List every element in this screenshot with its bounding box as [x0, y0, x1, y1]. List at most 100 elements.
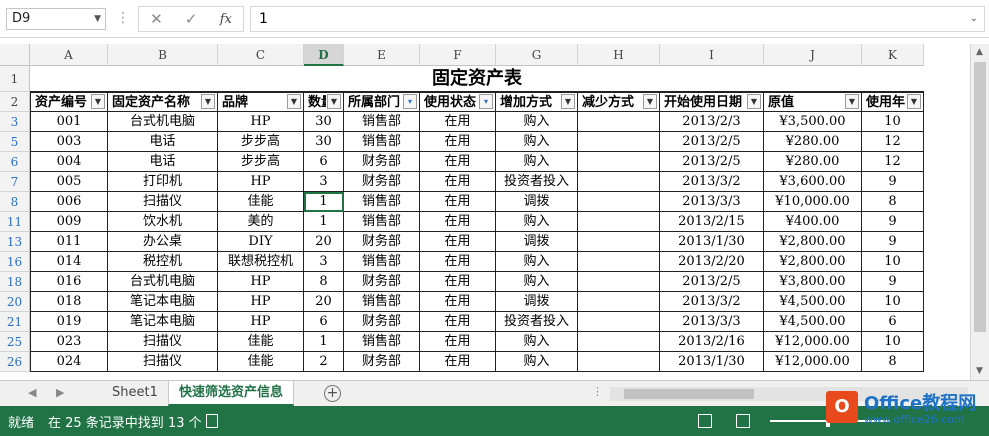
filter-active-icon[interactable]: ▾ — [403, 94, 417, 109]
table-cell[interactable]: 20 — [304, 292, 344, 312]
table-cell[interactable]: 佳能 — [218, 332, 304, 352]
table-cell[interactable]: 在用 — [420, 192, 496, 212]
row-header[interactable]: 20 — [0, 292, 30, 312]
table-cell[interactable]: 购入 — [496, 132, 578, 152]
table-cell[interactable] — [578, 352, 660, 372]
table-cell[interactable]: 10 — [862, 292, 924, 312]
table-cell[interactable] — [578, 152, 660, 172]
tab-quick-filter[interactable]: 快速筛选资产信息 — [168, 381, 295, 406]
table-cell[interactable]: 电话 — [108, 132, 218, 152]
tab-next-icon[interactable]: ▶ — [56, 386, 64, 399]
table-cell[interactable]: 006 — [30, 192, 108, 212]
table-cell[interactable]: 调拨 — [496, 292, 578, 312]
table-cell[interactable]: ¥10,000.00 — [764, 192, 862, 212]
table-cell[interactable]: 台式机电脑 — [108, 272, 218, 292]
table-cell[interactable]: ¥3,500.00 — [764, 112, 862, 132]
table-cell[interactable]: 财务部 — [344, 172, 420, 192]
filter-dropdown-icon[interactable]: ▼ — [91, 94, 105, 109]
table-cell[interactable]: 购入 — [496, 152, 578, 172]
table-cell[interactable]: 在用 — [420, 232, 496, 252]
macro-record-icon[interactable] — [206, 414, 218, 428]
table-cell[interactable]: 2013/2/5 — [660, 152, 764, 172]
table-cell[interactable]: 笔记本电脑 — [108, 312, 218, 332]
table-cell[interactable]: 018 — [30, 292, 108, 312]
table-cell[interactable]: 购入 — [496, 332, 578, 352]
table-cell[interactable]: ¥280.00 — [764, 152, 862, 172]
table-cell[interactable]: HP — [218, 292, 304, 312]
table-cell[interactable]: 1 — [304, 192, 344, 212]
scroll-up-icon[interactable]: ▲ — [976, 47, 983, 57]
table-cell[interactable]: 扫描仪 — [108, 352, 218, 372]
table-cell[interactable]: 销售部 — [344, 292, 420, 312]
table-cell[interactable]: 佳能 — [218, 352, 304, 372]
table-cell[interactable]: 2013/3/2 — [660, 172, 764, 192]
table-cell[interactable]: 1 — [304, 332, 344, 352]
row-header[interactable]: 21 — [0, 312, 30, 332]
table-cell[interactable]: 10 — [862, 252, 924, 272]
table-cell[interactable]: 9 — [862, 212, 924, 232]
column-header-d[interactable]: D — [304, 44, 344, 66]
row-header[interactable]: 8 — [0, 192, 30, 212]
scroll-down-icon[interactable]: ▼ — [976, 366, 983, 376]
row-header[interactable]: 16 — [0, 252, 30, 272]
table-cell[interactable]: 销售部 — [344, 252, 420, 272]
column-header-i[interactable]: I — [660, 44, 764, 66]
table-cell[interactable]: 在用 — [420, 312, 496, 332]
table-cell[interactable]: 6 — [304, 152, 344, 172]
enter-icon[interactable]: ✓ — [185, 10, 198, 28]
column-header-k[interactable]: K — [862, 44, 924, 66]
table-cell[interactable]: 30 — [304, 132, 344, 152]
table-cell[interactable]: 联想税控机 — [218, 252, 304, 272]
table-cell[interactable]: 购入 — [496, 352, 578, 372]
chevron-down-icon[interactable]: ▼ — [94, 9, 101, 29]
table-cell[interactable]: 3 — [304, 172, 344, 192]
filter-dropdown-icon[interactable]: ▼ — [643, 94, 657, 109]
table-cell[interactable]: 销售部 — [344, 332, 420, 352]
table-cell[interactable]: 6 — [862, 312, 924, 332]
table-cell[interactable]: 9 — [862, 232, 924, 252]
table-cell[interactable]: 9 — [862, 272, 924, 292]
table-cell[interactable]: 佳能 — [218, 192, 304, 212]
row-header[interactable]: 7 — [0, 172, 30, 192]
filter-dropdown-icon[interactable]: ▼ — [327, 94, 341, 109]
table-cell[interactable]: 2013/2/5 — [660, 272, 764, 292]
table-cell[interactable]: 30 — [304, 112, 344, 132]
table-cell[interactable]: 饮水机 — [108, 212, 218, 232]
row-header[interactable]: 2 — [0, 92, 30, 112]
cancel-icon[interactable]: ✕ — [150, 10, 163, 28]
table-cell[interactable]: 2 — [304, 352, 344, 372]
table-cell[interactable]: 调拨 — [496, 192, 578, 212]
column-header-h[interactable]: H — [578, 44, 660, 66]
table-cell[interactable]: 2013/3/3 — [660, 312, 764, 332]
filter-dropdown-icon[interactable]: ▼ — [907, 94, 921, 109]
row-header[interactable]: 5 — [0, 132, 30, 152]
filter-dropdown-icon[interactable]: ▼ — [561, 94, 575, 109]
table-cell[interactable]: 12 — [862, 132, 924, 152]
table-cell[interactable]: 2013/2/5 — [660, 132, 764, 152]
table-cell[interactable]: 销售部 — [344, 132, 420, 152]
table-cell[interactable]: 2013/3/2 — [660, 292, 764, 312]
table-cell[interactable]: HP — [218, 272, 304, 292]
tab-prev-icon[interactable]: ◀ — [28, 386, 36, 399]
table-cell[interactable]: 20 — [304, 232, 344, 252]
table-cell[interactable]: 台式机电脑 — [108, 112, 218, 132]
column-header-f[interactable]: F — [420, 44, 496, 66]
row-header[interactable]: 3 — [0, 112, 30, 132]
table-cell[interactable]: 购入 — [496, 112, 578, 132]
table-cell[interactable]: 调拨 — [496, 232, 578, 252]
filter-dropdown-icon[interactable]: ▼ — [845, 94, 859, 109]
table-cell[interactable]: 购入 — [496, 212, 578, 232]
table-cell[interactable]: 8 — [304, 272, 344, 292]
vertical-scrollbar[interactable]: ▲ ▼ — [970, 44, 989, 380]
table-cell[interactable] — [578, 212, 660, 232]
table-cell[interactable]: 2013/2/20 — [660, 252, 764, 272]
column-header-j[interactable]: J — [764, 44, 862, 66]
table-cell[interactable]: 016 — [30, 272, 108, 292]
table-cell[interactable]: 在用 — [420, 272, 496, 292]
column-header-c[interactable]: C — [218, 44, 304, 66]
table-cell[interactable]: 024 — [30, 352, 108, 372]
insert-function-icon[interactable]: fx — [220, 12, 232, 27]
table-cell[interactable]: 011 — [30, 232, 108, 252]
column-header-g[interactable]: G — [496, 44, 578, 66]
table-cell[interactable] — [578, 292, 660, 312]
